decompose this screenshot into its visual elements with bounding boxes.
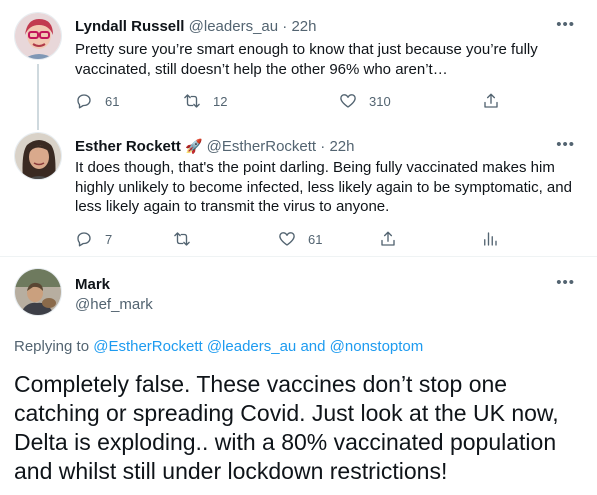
retweet-icon	[183, 92, 201, 110]
avatar[interactable]	[14, 132, 62, 180]
separator-dot: ·	[282, 18, 288, 35]
reply-button[interactable]: 61	[75, 92, 119, 110]
reply-icon	[75, 230, 93, 248]
mention-link[interactable]: @nonstoptom	[330, 338, 424, 355]
tweet-header: @hef_mark	[75, 296, 153, 313]
retweet-icon	[173, 230, 191, 248]
avatar[interactable]	[14, 268, 62, 316]
reply-icon	[75, 92, 93, 110]
more-icon[interactable]: •••	[556, 16, 575, 33]
like-icon	[339, 92, 357, 110]
user-handle[interactable]: @leaders_au	[189, 18, 278, 35]
like-button[interactable]: 61	[278, 230, 322, 248]
like-button[interactable]: 310	[339, 92, 391, 110]
mention-link[interactable]: @leaders_au	[207, 338, 296, 355]
more-icon[interactable]: •••	[556, 136, 575, 153]
user-handle[interactable]: @hef_mark	[75, 296, 153, 313]
user-handle[interactable]: @EstherRockett	[207, 138, 316, 155]
share-button[interactable]	[482, 92, 500, 110]
retweet-count: 12	[213, 93, 228, 109]
thread-line	[37, 118, 39, 130]
more-icon[interactable]: •••	[556, 274, 575, 291]
main-tweet-text: Completely false. These vaccines don’t s…	[14, 371, 559, 484]
like-icon	[278, 230, 296, 248]
share-icon	[379, 230, 397, 248]
rocket-emoji-icon: 🚀	[185, 138, 203, 154]
like-count: 310	[369, 93, 391, 109]
share-icon	[482, 92, 500, 110]
analytics-button[interactable]	[481, 230, 499, 248]
display-name[interactable]: Mark	[75, 276, 110, 293]
tweet-header: Esther Rockett 🚀 @EstherRockett · 22h	[75, 138, 354, 155]
share-button[interactable]	[379, 230, 397, 248]
tweet-header: Mark	[75, 276, 110, 293]
tweet-header: Lyndall Russell @leaders_au · 22h	[75, 18, 316, 35]
like-count: 61	[308, 231, 323, 247]
timestamp[interactable]: 22h	[329, 138, 354, 155]
retweet-button[interactable]: 12	[183, 92, 227, 110]
tweet-text: It does though, that's the point darling…	[75, 159, 572, 215]
tweet-esther[interactable]: Esther Rockett 🚀 @EstherRockett · 22h ••…	[0, 118, 597, 256]
retweet-button[interactable]	[173, 230, 203, 248]
reply-button[interactable]: 7	[75, 230, 112, 248]
display-name[interactable]: Lyndall Russell	[75, 18, 184, 35]
timestamp[interactable]: 22h	[291, 18, 316, 35]
avatar[interactable]	[14, 12, 62, 60]
reply-count: 7	[105, 231, 113, 247]
analytics-icon	[481, 230, 499, 248]
reply-count: 61	[105, 93, 120, 109]
and-word[interactable]: and	[300, 338, 325, 355]
tweet-lyndall[interactable]: Lyndall Russell @leaders_au · 22h ••• Pr…	[0, 0, 597, 128]
mention-link[interactable]: @EstherRockett	[93, 338, 202, 355]
display-name[interactable]: Esther Rockett	[75, 138, 181, 155]
tweet-text: Pretty sure you’re smart enough to know …	[75, 41, 538, 78]
separator-dot: ·	[320, 138, 326, 155]
replying-prefix: Replying to	[14, 338, 90, 355]
replying-to: Replying to @EstherRockett @leaders_au a…	[14, 338, 423, 355]
